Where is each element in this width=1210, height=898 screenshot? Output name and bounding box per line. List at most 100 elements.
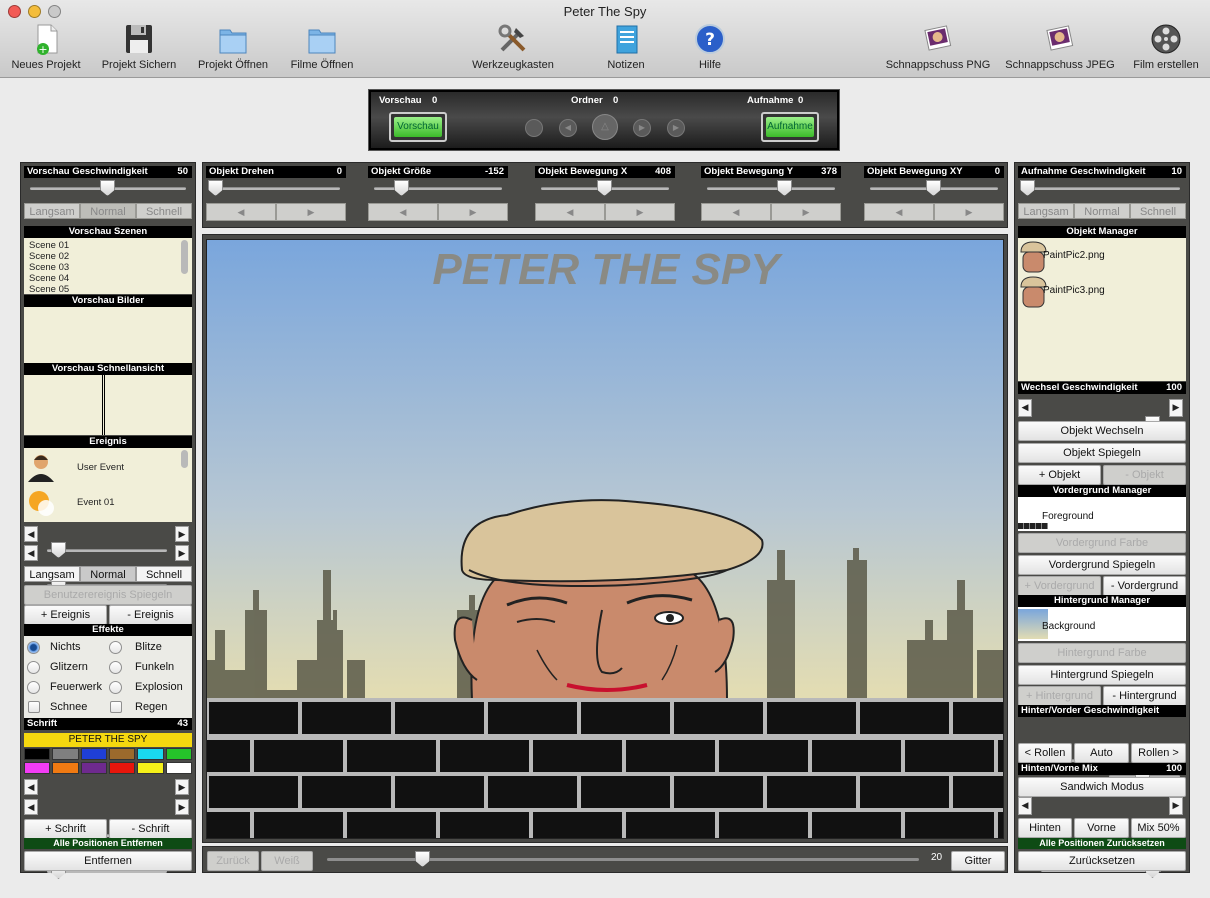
foreground-list[interactable]: Foreground [1018,497,1186,531]
color-swatch[interactable] [165,762,192,774]
mirror-object-button[interactable]: Objekt Spiegeln [1018,443,1186,463]
slider-thumb[interactable] [777,180,792,196]
foreground-color-button[interactable]: Vordergrund Farbe [1018,533,1186,553]
font-left-arrow[interactable]: ◀ [24,799,38,815]
mirror-background-button[interactable]: Hintergrund Spiegeln [1018,665,1186,685]
reset-button[interactable]: Zurücksetzen [1018,851,1186,871]
mirror-foreground-button[interactable]: Vordergrund Spiegeln [1018,555,1186,575]
grid-button[interactable]: Gitter [951,851,1005,871]
effect-explosion-radio[interactable] [109,681,122,694]
slider-thumb[interactable] [100,180,115,196]
slow-option[interactable]: Langsam [1018,203,1074,219]
slow-option[interactable]: Langsam [24,566,80,582]
add-font-button[interactable]: + Schrift [24,819,107,839]
remove-object-button[interactable]: - Objekt [1103,465,1186,485]
first-frame-button[interactable] [525,119,543,137]
snapshot-png-button[interactable]: Schnappschuss PNG [884,22,992,76]
event-speed-segment[interactable]: Langsam Normal Schnell [24,566,192,582]
snow-checkbox[interactable] [28,701,40,713]
slider-thumb[interactable] [1020,180,1035,196]
step-left-button[interactable]: ◀ [368,203,438,221]
roll-right-button[interactable]: Rollen > [1131,743,1186,763]
event-list[interactable]: User Event Event 01 [24,448,192,522]
color-swatch[interactable] [109,762,136,774]
white-button[interactable]: Weiß [261,851,313,871]
play-button[interactable]: △ [592,114,618,140]
add-foreground-button[interactable]: + Vordergrund [1018,576,1101,596]
object-manager-list[interactable]: PaintPic2.png PaintPic3.png [1018,238,1186,381]
event-scrollbar[interactable] [181,450,188,468]
grid-slider[interactable] [321,851,925,867]
effect-lightning-radio[interactable] [109,641,122,654]
color-swatch[interactable] [24,762,51,774]
color-swatch[interactable] [52,748,79,760]
event-item[interactable]: Event 01 [77,497,115,508]
scene-item[interactable]: Scene 03 [29,262,187,273]
color-swatch[interactable] [165,748,192,760]
brick-wall[interactable] [207,698,1004,839]
effect-glitter-radio[interactable] [27,661,40,674]
object-size-slider[interactable] [368,180,508,196]
last-frame-button[interactable]: ▶ [667,119,685,137]
save-project-button[interactable]: Projekt Sichern [97,22,181,76]
mix-right-arrow[interactable]: ▶ [1169,797,1183,815]
step-left-button[interactable]: ◀ [701,203,771,221]
scene-item[interactable]: Scene 01 [29,240,187,251]
fast-option[interactable]: Schnell [136,566,192,582]
event-slider-1[interactable] [41,542,173,558]
rain-checkbox[interactable] [110,701,122,713]
step-right-button[interactable]: ▶ [605,203,675,221]
toolbox-button[interactable]: Werkzeugkasten [468,22,558,76]
swap-left-arrow[interactable]: ◀ [1018,399,1032,417]
mix-left-arrow[interactable]: ◀ [1018,797,1032,815]
color-swatch[interactable] [80,762,107,774]
scenes-scrollbar[interactable] [181,240,188,274]
fast-option[interactable]: Schnell [1130,203,1186,219]
record-button[interactable]: Aufnahme [761,112,819,142]
remove-event-button[interactable]: - Ereignis [109,605,192,625]
normal-option[interactable]: Normal [1074,203,1130,219]
step-right-button[interactable]: ▶ [276,203,346,221]
preview-speed-segment[interactable]: Langsam Normal Schnell [24,203,192,219]
record-speed-slider[interactable] [1018,180,1186,196]
background-color-button[interactable]: Hintergrund Farbe [1018,643,1186,663]
fast-option[interactable]: Schnell [136,203,192,219]
object-item[interactable]: PaintPic3.png [1043,285,1105,296]
step-left-button[interactable]: ◀ [206,203,276,221]
event-right-arrow[interactable]: ▶ [175,545,189,561]
preview-images-area[interactable] [24,307,192,363]
scene-item[interactable]: Scene 05 [29,284,187,295]
swap-right-arrow[interactable]: ▶ [1169,399,1183,417]
effect-fireworks-radio[interactable] [27,681,40,694]
event-left-arrow[interactable]: ◀ [24,526,38,542]
sandwich-mode-button[interactable]: Sandwich Modus [1018,777,1186,797]
object-move-y-slider[interactable] [701,180,841,196]
background-item[interactable]: Background [1042,621,1095,632]
add-event-button[interactable]: + Ereignis [24,605,107,625]
remove-button[interactable]: Entfernen [24,851,192,871]
slider-thumb[interactable] [926,180,941,196]
object-item[interactable]: PaintPic2.png [1043,250,1105,261]
stage-title-text[interactable]: PETER THE SPY [432,245,783,294]
color-swatch[interactable] [24,748,51,760]
font-text-field[interactable]: PETER THE SPY [24,733,192,747]
color-swatch[interactable] [80,748,107,760]
color-swatch[interactable] [52,762,79,774]
slider-thumb[interactable] [394,180,409,196]
step-right-button[interactable]: ▶ [771,203,841,221]
event-left-arrow[interactable]: ◀ [24,545,38,561]
add-background-button[interactable]: + Hintergrund [1018,686,1101,706]
scene-item[interactable]: Scene 04 [29,273,187,284]
open-project-button[interactable]: Projekt Öffnen [193,22,273,76]
effect-sparkle-radio[interactable] [109,661,122,674]
color-swatch[interactable] [137,748,164,760]
remove-foreground-button[interactable]: - Vordergrund [1103,576,1186,596]
background-list[interactable]: Background [1018,607,1186,641]
event-item[interactable]: User Event [77,462,124,473]
open-movies-button[interactable]: Filme Öffnen [286,22,358,76]
foreground-item[interactable]: Foreground [1042,511,1094,522]
mix-50-button[interactable]: Mix 50% [1131,818,1186,838]
add-object-button[interactable]: + Objekt [1018,465,1101,485]
slider-thumb[interactable] [51,542,66,558]
create-film-button[interactable]: Film erstellen [1128,22,1204,76]
